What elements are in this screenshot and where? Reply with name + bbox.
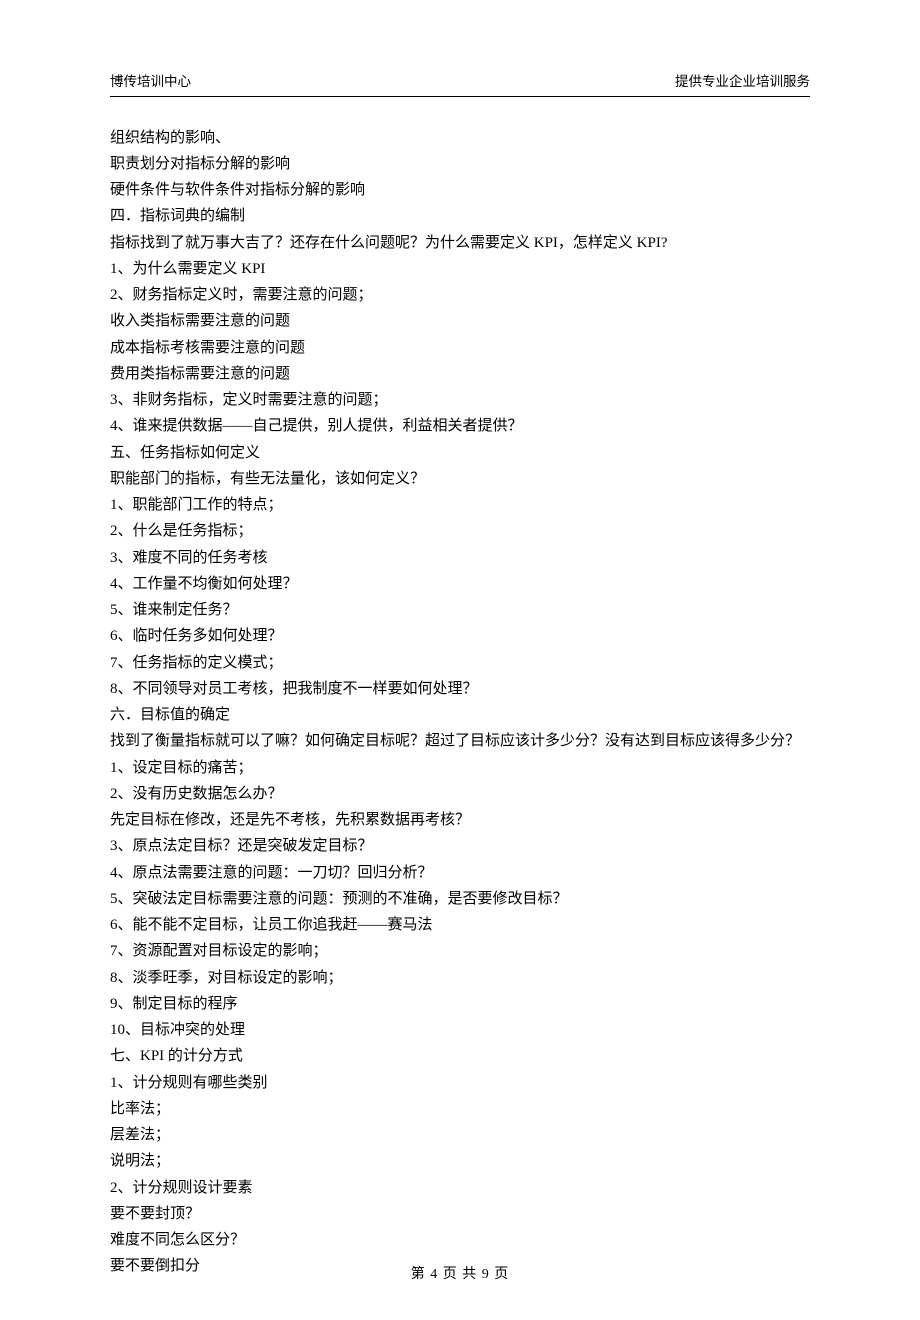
body-line: 2、计分规则设计要素 <box>110 1175 810 1201</box>
body-line: 10、目标冲突的处理 <box>110 1017 810 1043</box>
document-page: 博传培训中心 提供专业企业培训服务 组织结构的影响、职责划分对指标分解的影响硬件… <box>0 0 920 1320</box>
body-line: 1、为什么需要定义 KPI <box>110 256 810 282</box>
body-line: 6、能不能不定目标，让员工你追我赶——赛马法 <box>110 912 810 938</box>
body-line: 5、突破法定目标需要注意的问题：预测的不准确，是否要修改目标？ <box>110 886 810 912</box>
body-line: 找到了衡量指标就可以了嘛？如何确定目标呢？超过了目标应该计多少分？没有达到目标应… <box>110 728 810 754</box>
page-header: 博传培训中心 提供专业企业培训服务 <box>110 70 810 97</box>
page-number: 第 4 页 共 9 页 <box>411 1267 510 1282</box>
body-line: 1、职能部门工作的特点； <box>110 492 810 518</box>
header-right: 提供专业企业培训服务 <box>675 70 810 94</box>
body-line: 2、财务指标定义时，需要注意的问题； <box>110 282 810 308</box>
body-line: 8、不同领导对员工考核，把我制度不一样要如何处理？ <box>110 676 810 702</box>
body-line: 收入类指标需要注意的问题 <box>110 308 810 334</box>
body-line: 四．指标词典的编制 <box>110 203 810 229</box>
body-line: 3、难度不同的任务考核 <box>110 545 810 571</box>
body-line: 1、计分规则有哪些类别 <box>110 1070 810 1096</box>
body-line: 8、淡季旺季，对目标设定的影响； <box>110 965 810 991</box>
body-line: 4、原点法需要注意的问题：一刀切？回归分析？ <box>110 860 810 886</box>
page-footer: 第 4 页 共 9 页 <box>0 1263 920 1288</box>
body-line: 难度不同怎么区分？ <box>110 1227 810 1253</box>
body-line: 职能部门的指标，有些无法量化，该如何定义？ <box>110 466 810 492</box>
body-line: 层差法； <box>110 1122 810 1148</box>
body-line: 指标找到了就万事大吉了？还存在什么问题呢？为什么需要定义 KPI，怎样定义 KP… <box>110 230 810 256</box>
body-line: 3、原点法定目标？还是突破发定目标？ <box>110 833 810 859</box>
body-line: 9、制定目标的程序 <box>110 991 810 1017</box>
header-left: 博传培训中心 <box>110 70 191 94</box>
body-line: 2、什么是任务指标； <box>110 518 810 544</box>
body-line: 六．目标值的确定 <box>110 702 810 728</box>
body-line: 职责划分对指标分解的影响 <box>110 151 810 177</box>
body-line: 5、谁来制定任务？ <box>110 597 810 623</box>
body-line: 费用类指标需要注意的问题 <box>110 361 810 387</box>
body-line: 先定目标在修改，还是先不考核，先积累数据再考核？ <box>110 807 810 833</box>
body-line: 2、没有历史数据怎么办？ <box>110 781 810 807</box>
body-line: 1、设定目标的痛苦； <box>110 755 810 781</box>
body-line: 硬件条件与软件条件对指标分解的影响 <box>110 177 810 203</box>
body-line: 组织结构的影响、 <box>110 125 810 151</box>
body-line: 3、非财务指标，定义时需要注意的问题； <box>110 387 810 413</box>
body-line: 7、任务指标的定义模式； <box>110 650 810 676</box>
body-line: 要不要封顶？ <box>110 1201 810 1227</box>
body-line: 比率法； <box>110 1096 810 1122</box>
body-line: 成本指标考核需要注意的问题 <box>110 335 810 361</box>
body-line: 4、工作量不均衡如何处理？ <box>110 571 810 597</box>
document-body: 组织结构的影响、职责划分对指标分解的影响硬件条件与软件条件对指标分解的影响四．指… <box>110 125 810 1280</box>
body-line: 4、谁来提供数据——自己提供，别人提供，利益相关者提供？ <box>110 413 810 439</box>
body-line: 说明法； <box>110 1148 810 1174</box>
body-line: 七、KPI 的计分方式 <box>110 1043 810 1069</box>
body-line: 五、任务指标如何定义 <box>110 440 810 466</box>
body-line: 7、资源配置对目标设定的影响； <box>110 938 810 964</box>
body-line: 6、临时任务多如何处理？ <box>110 623 810 649</box>
